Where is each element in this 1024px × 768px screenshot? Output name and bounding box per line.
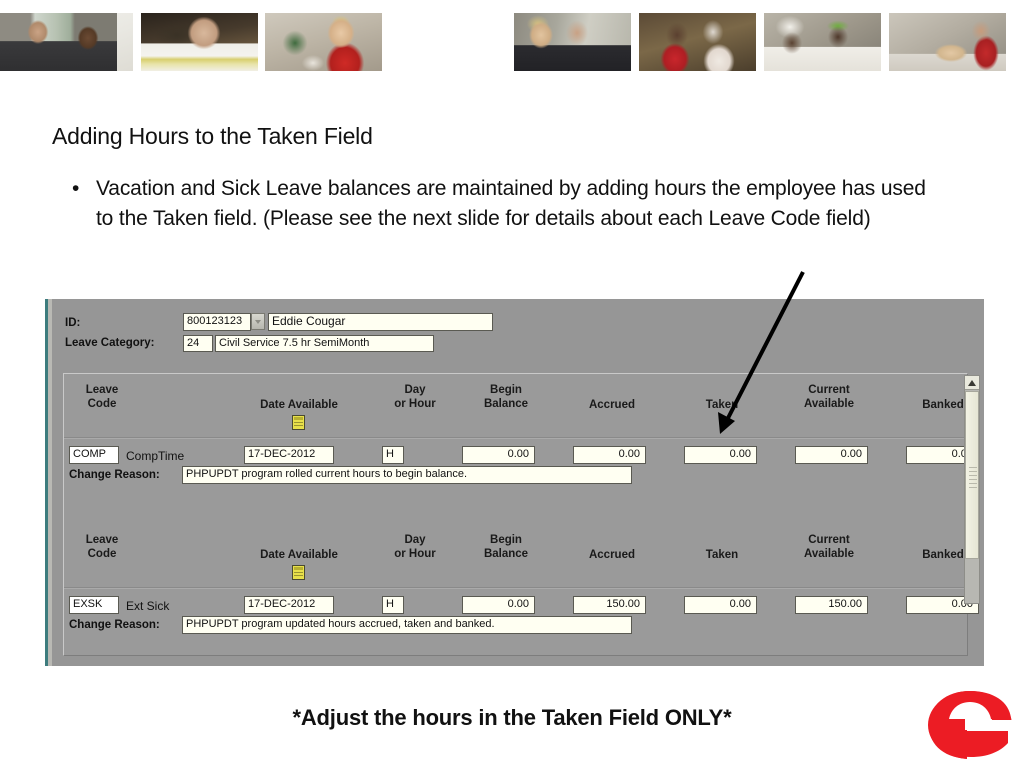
bullet-marker-icon: • [72, 177, 80, 200]
column-header-taken-1: Taken [705, 399, 739, 411]
column-header-leave-code-1: Leave Code [85, 384, 119, 410]
row-2-current-available-field[interactable]: 150.00 [795, 596, 868, 614]
chevron-down-icon [255, 320, 261, 324]
column-header-accrued-2: Accrued [588, 549, 636, 561]
column-header-accrued-1: Accrued [588, 399, 636, 411]
leave-category-code-field[interactable]: 24 [183, 335, 213, 352]
leave-category-desc-field[interactable]: Civil Service 7.5 hr SemiMonth [215, 335, 434, 352]
vertical-scrollbar[interactable] [964, 375, 980, 604]
column-header-day-or-hour-1: Day or Hour [394, 384, 436, 410]
row-2-date-available-field[interactable]: 17-DEC-2012 [244, 596, 334, 614]
row-1-date-available-field[interactable]: 17-DEC-2012 [244, 446, 334, 464]
id-dropdown-button[interactable] [251, 313, 265, 330]
column-header-leave-code-2: Leave Code [85, 534, 119, 560]
column-header-current-available-1: Current Available [803, 384, 855, 410]
calendar-icon-2[interactable] [292, 565, 305, 580]
row-2-leave-code-description: Ext Sick [126, 599, 170, 613]
logo-letter-e-icon [928, 691, 1014, 761]
organization-logo [926, 689, 1014, 761]
row-1-taken-field[interactable]: 0.00 [684, 446, 757, 464]
row-1-begin-balance-field[interactable]: 0.00 [462, 446, 535, 464]
row-2-change-reason-label: Change Reason: [69, 619, 160, 631]
id-field[interactable]: 800123123 [183, 313, 251, 331]
scroll-up-arrow-icon[interactable] [965, 376, 979, 390]
bullet-text: Vacation and Sick Leave balances are mai… [96, 177, 926, 230]
scrollbar-thumb[interactable] [965, 391, 979, 559]
row-1-day-or-hour-field[interactable]: H [382, 446, 404, 464]
column-header-begin-balance-2: Begin Balance [483, 534, 529, 560]
row-2-leave-code-field[interactable]: EXSK [69, 596, 119, 614]
column-header-begin-balance-1: Begin Balance [483, 384, 529, 410]
column-header-date-available-2: Date Available [260, 549, 338, 561]
leave-balance-form-screenshot: ID: Leave Category: 800123123 Eddie Coug… [45, 299, 984, 666]
bullet-block: • Vacation and Sick Leave balances are m… [72, 174, 972, 234]
slide-caption: *Adjust the hours in the Taken Field ONL… [292, 705, 732, 730]
column-header-current-available-2: Current Available [803, 534, 855, 560]
grid-divider-2 [64, 587, 967, 589]
id-label: ID: [65, 317, 81, 329]
photo-dental-student [889, 13, 1006, 71]
photo-two-businessmen [0, 13, 117, 71]
column-header-day-or-hour-2: Day or Hour [394, 534, 436, 560]
employee-name-field[interactable]: Eddie Cougar [268, 313, 493, 331]
row-1-leave-code-field[interactable]: COMP [69, 446, 119, 464]
row-2-taken-field[interactable]: 0.00 [684, 596, 757, 614]
scrollbar-grip-icon [969, 464, 977, 488]
leave-category-label: Leave Category: [65, 337, 155, 349]
panel-left-edge-inner [48, 299, 52, 666]
grid-divider-1 [64, 437, 967, 439]
photo-strip [0, 0, 1024, 80]
row-1-current-available-field[interactable]: 0.00 [795, 446, 868, 464]
photo-man-reading-newspaper [141, 13, 258, 71]
column-header-date-available-1: Date Available [260, 399, 338, 411]
photo-lab-technicians [764, 13, 881, 71]
row-1-accrued-field[interactable]: 0.00 [573, 446, 646, 464]
row-2-change-reason-field[interactable]: PHPUPDT program updated hours accrued, t… [182, 616, 632, 634]
leave-code-grid: Leave Code Date Available Day or Hour Be… [63, 373, 979, 656]
photo-nurse-in-red-scrubs [265, 13, 382, 71]
page-title: Adding Hours to the Taken Field [52, 123, 373, 149]
bullet-list-item: • Vacation and Sick Leave balances are m… [72, 174, 972, 234]
row-2-day-or-hour-field[interactable]: H [382, 596, 404, 614]
row-2-accrued-field[interactable]: 150.00 [573, 596, 646, 614]
calendar-icon-1[interactable] [292, 415, 305, 430]
column-header-taken-2: Taken [705, 549, 739, 561]
row-2-begin-balance-field[interactable]: 0.00 [462, 596, 535, 614]
row-1-leave-code-description: CompTime [126, 449, 185, 463]
photo-caregiver-with-senior [639, 13, 756, 71]
row-1-change-reason-field[interactable]: PHPUPDT program rolled current hours to … [182, 466, 632, 484]
photo-two-women-at-desk [514, 13, 631, 71]
row-1-change-reason-label: Change Reason: [69, 469, 160, 481]
